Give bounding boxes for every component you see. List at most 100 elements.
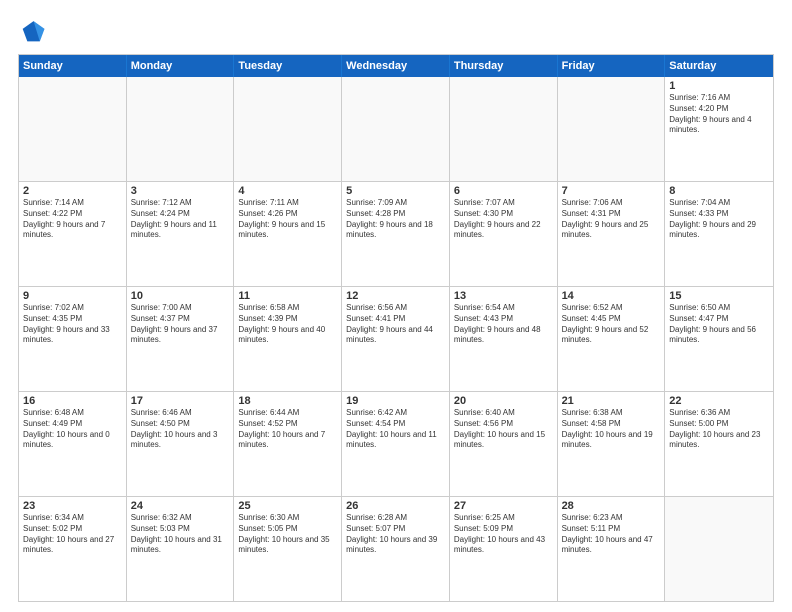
- calendar-empty-cell: [342, 77, 450, 181]
- calendar-empty-cell: [234, 77, 342, 181]
- day-number: 27: [454, 500, 553, 512]
- calendar-day-22: 22Sunrise: 6:36 AM Sunset: 5:00 PM Dayli…: [665, 392, 773, 496]
- day-number: 23: [23, 500, 122, 512]
- calendar-day-8: 8Sunrise: 7:04 AM Sunset: 4:33 PM Daylig…: [665, 182, 773, 286]
- day-info: Sunrise: 7:09 AM Sunset: 4:28 PM Dayligh…: [346, 198, 445, 241]
- day-number: 9: [23, 290, 122, 302]
- day-number: 12: [346, 290, 445, 302]
- weekday-header-tuesday: Tuesday: [234, 55, 342, 77]
- day-info: Sunrise: 6:54 AM Sunset: 4:43 PM Dayligh…: [454, 303, 553, 346]
- calendar-day-18: 18Sunrise: 6:44 AM Sunset: 4:52 PM Dayli…: [234, 392, 342, 496]
- day-number: 7: [562, 185, 661, 197]
- day-info: Sunrise: 6:46 AM Sunset: 4:50 PM Dayligh…: [131, 408, 230, 451]
- day-info: Sunrise: 7:12 AM Sunset: 4:24 PM Dayligh…: [131, 198, 230, 241]
- day-number: 24: [131, 500, 230, 512]
- weekday-header-wednesday: Wednesday: [342, 55, 450, 77]
- calendar-day-28: 28Sunrise: 6:23 AM Sunset: 5:11 PM Dayli…: [558, 497, 666, 601]
- day-info: Sunrise: 6:42 AM Sunset: 4:54 PM Dayligh…: [346, 408, 445, 451]
- calendar-day-27: 27Sunrise: 6:25 AM Sunset: 5:09 PM Dayli…: [450, 497, 558, 601]
- calendar-day-5: 5Sunrise: 7:09 AM Sunset: 4:28 PM Daylig…: [342, 182, 450, 286]
- day-number: 10: [131, 290, 230, 302]
- calendar-day-6: 6Sunrise: 7:07 AM Sunset: 4:30 PM Daylig…: [450, 182, 558, 286]
- day-info: Sunrise: 6:56 AM Sunset: 4:41 PM Dayligh…: [346, 303, 445, 346]
- calendar-day-20: 20Sunrise: 6:40 AM Sunset: 4:56 PM Dayli…: [450, 392, 558, 496]
- day-number: 17: [131, 395, 230, 407]
- calendar-body: 1Sunrise: 7:16 AM Sunset: 4:20 PM Daylig…: [19, 77, 773, 601]
- calendar-day-17: 17Sunrise: 6:46 AM Sunset: 4:50 PM Dayli…: [127, 392, 235, 496]
- day-number: 5: [346, 185, 445, 197]
- day-info: Sunrise: 6:58 AM Sunset: 4:39 PM Dayligh…: [238, 303, 337, 346]
- day-number: 4: [238, 185, 337, 197]
- day-info: Sunrise: 7:04 AM Sunset: 4:33 PM Dayligh…: [669, 198, 769, 241]
- calendar-empty-cell: [558, 77, 666, 181]
- day-info: Sunrise: 6:50 AM Sunset: 4:47 PM Dayligh…: [669, 303, 769, 346]
- day-info: Sunrise: 6:40 AM Sunset: 4:56 PM Dayligh…: [454, 408, 553, 451]
- calendar-day-3: 3Sunrise: 7:12 AM Sunset: 4:24 PM Daylig…: [127, 182, 235, 286]
- day-info: Sunrise: 7:16 AM Sunset: 4:20 PM Dayligh…: [669, 93, 769, 136]
- calendar: SundayMondayTuesdayWednesdayThursdayFrid…: [18, 54, 774, 602]
- calendar-empty-cell: [127, 77, 235, 181]
- day-info: Sunrise: 6:23 AM Sunset: 5:11 PM Dayligh…: [562, 513, 661, 556]
- calendar-day-9: 9Sunrise: 7:02 AM Sunset: 4:35 PM Daylig…: [19, 287, 127, 391]
- weekday-header-sunday: Sunday: [19, 55, 127, 77]
- weekday-header-saturday: Saturday: [665, 55, 773, 77]
- calendar-day-11: 11Sunrise: 6:58 AM Sunset: 4:39 PM Dayli…: [234, 287, 342, 391]
- day-number: 14: [562, 290, 661, 302]
- calendar-row-2: 9Sunrise: 7:02 AM Sunset: 4:35 PM Daylig…: [19, 286, 773, 391]
- day-info: Sunrise: 6:30 AM Sunset: 5:05 PM Dayligh…: [238, 513, 337, 556]
- weekday-header-thursday: Thursday: [450, 55, 558, 77]
- calendar-day-14: 14Sunrise: 6:52 AM Sunset: 4:45 PM Dayli…: [558, 287, 666, 391]
- calendar-day-19: 19Sunrise: 6:42 AM Sunset: 4:54 PM Dayli…: [342, 392, 450, 496]
- calendar-day-10: 10Sunrise: 7:00 AM Sunset: 4:37 PM Dayli…: [127, 287, 235, 391]
- calendar-day-1: 1Sunrise: 7:16 AM Sunset: 4:20 PM Daylig…: [665, 77, 773, 181]
- day-info: Sunrise: 7:14 AM Sunset: 4:22 PM Dayligh…: [23, 198, 122, 241]
- day-number: 11: [238, 290, 337, 302]
- day-info: Sunrise: 7:11 AM Sunset: 4:26 PM Dayligh…: [238, 198, 337, 241]
- day-number: 20: [454, 395, 553, 407]
- day-info: Sunrise: 6:28 AM Sunset: 5:07 PM Dayligh…: [346, 513, 445, 556]
- day-info: Sunrise: 6:32 AM Sunset: 5:03 PM Dayligh…: [131, 513, 230, 556]
- day-number: 13: [454, 290, 553, 302]
- calendar-day-15: 15Sunrise: 6:50 AM Sunset: 4:47 PM Dayli…: [665, 287, 773, 391]
- day-number: 8: [669, 185, 769, 197]
- day-number: 28: [562, 500, 661, 512]
- calendar-day-23: 23Sunrise: 6:34 AM Sunset: 5:02 PM Dayli…: [19, 497, 127, 601]
- day-number: 22: [669, 395, 769, 407]
- day-info: Sunrise: 6:36 AM Sunset: 5:00 PM Dayligh…: [669, 408, 769, 451]
- day-number: 3: [131, 185, 230, 197]
- calendar-day-21: 21Sunrise: 6:38 AM Sunset: 4:58 PM Dayli…: [558, 392, 666, 496]
- day-info: Sunrise: 7:07 AM Sunset: 4:30 PM Dayligh…: [454, 198, 553, 241]
- calendar-row-3: 16Sunrise: 6:48 AM Sunset: 4:49 PM Dayli…: [19, 391, 773, 496]
- day-info: Sunrise: 7:06 AM Sunset: 4:31 PM Dayligh…: [562, 198, 661, 241]
- calendar-row-1: 2Sunrise: 7:14 AM Sunset: 4:22 PM Daylig…: [19, 181, 773, 286]
- day-number: 15: [669, 290, 769, 302]
- day-info: Sunrise: 7:02 AM Sunset: 4:35 PM Dayligh…: [23, 303, 122, 346]
- weekday-header-friday: Friday: [558, 55, 666, 77]
- day-number: 18: [238, 395, 337, 407]
- calendar-day-2: 2Sunrise: 7:14 AM Sunset: 4:22 PM Daylig…: [19, 182, 127, 286]
- day-number: 1: [669, 80, 769, 92]
- day-info: Sunrise: 6:34 AM Sunset: 5:02 PM Dayligh…: [23, 513, 122, 556]
- calendar-header: SundayMondayTuesdayWednesdayThursdayFrid…: [19, 55, 773, 77]
- day-number: 6: [454, 185, 553, 197]
- day-info: Sunrise: 6:44 AM Sunset: 4:52 PM Dayligh…: [238, 408, 337, 451]
- day-number: 16: [23, 395, 122, 407]
- day-number: 26: [346, 500, 445, 512]
- day-info: Sunrise: 6:48 AM Sunset: 4:49 PM Dayligh…: [23, 408, 122, 451]
- day-number: 19: [346, 395, 445, 407]
- weekday-header-monday: Monday: [127, 55, 235, 77]
- logo: [18, 18, 50, 46]
- calendar-day-26: 26Sunrise: 6:28 AM Sunset: 5:07 PM Dayli…: [342, 497, 450, 601]
- calendar-empty-cell: [19, 77, 127, 181]
- calendar-row-4: 23Sunrise: 6:34 AM Sunset: 5:02 PM Dayli…: [19, 496, 773, 601]
- calendar-day-13: 13Sunrise: 6:54 AM Sunset: 4:43 PM Dayli…: [450, 287, 558, 391]
- calendar-row-0: 1Sunrise: 7:16 AM Sunset: 4:20 PM Daylig…: [19, 77, 773, 181]
- header: [18, 18, 774, 46]
- calendar-day-24: 24Sunrise: 6:32 AM Sunset: 5:03 PM Dayli…: [127, 497, 235, 601]
- calendar-day-4: 4Sunrise: 7:11 AM Sunset: 4:26 PM Daylig…: [234, 182, 342, 286]
- calendar-day-7: 7Sunrise: 7:06 AM Sunset: 4:31 PM Daylig…: [558, 182, 666, 286]
- day-number: 25: [238, 500, 337, 512]
- day-info: Sunrise: 6:52 AM Sunset: 4:45 PM Dayligh…: [562, 303, 661, 346]
- day-info: Sunrise: 6:38 AM Sunset: 4:58 PM Dayligh…: [562, 408, 661, 451]
- page: SundayMondayTuesdayWednesdayThursdayFrid…: [0, 0, 792, 612]
